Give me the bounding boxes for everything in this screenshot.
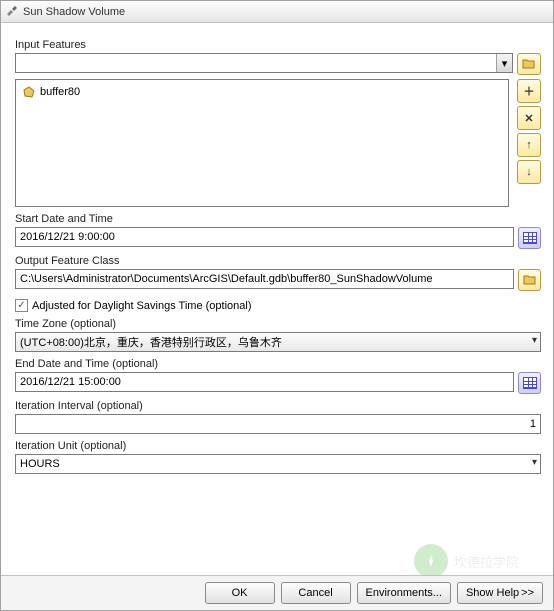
dst-label: Adjusted for Daylight Savings Time (opti…	[32, 300, 252, 312]
expand-icon: >>	[521, 587, 534, 599]
list-item[interactable]: buffer80	[20, 84, 504, 100]
input-features-dropdown[interactable]: ▾	[15, 53, 513, 73]
titlebar: Sun Shadow Volume	[1, 1, 553, 23]
start-date-input[interactable]	[15, 227, 514, 247]
iter-unit-label: Iteration Unit (optional)	[15, 440, 541, 452]
move-down-button[interactable]: ↓	[517, 160, 541, 184]
input-features-label: Input Features	[15, 39, 541, 51]
dst-checkbox[interactable]: ✓	[15, 299, 28, 312]
output-fc-label: Output Feature Class	[15, 255, 541, 267]
move-up-button[interactable]: ↑	[517, 133, 541, 157]
arrow-up-icon: ↑	[526, 139, 532, 151]
calendar-icon	[523, 377, 537, 389]
show-help-button[interactable]: Show Help >>	[457, 582, 543, 604]
environments-button[interactable]: Environments...	[357, 582, 451, 604]
timezone-select[interactable]	[15, 332, 541, 352]
dialog-body: Input Features ▾ buffer80 ＋ ✕ ↑ ↓	[1, 23, 553, 575]
browse-output-button[interactable]	[518, 269, 541, 291]
show-help-label: Show Help	[466, 587, 519, 599]
arrow-down-icon: ↓	[526, 166, 532, 178]
folder-open-icon	[522, 58, 536, 70]
watermark: 坎德拉学院	[414, 541, 534, 575]
chevron-down-icon[interactable]: ▾	[496, 54, 512, 72]
start-date-label: Start Date and Time	[15, 213, 541, 225]
iter-unit-select[interactable]	[15, 454, 541, 474]
hammer-icon	[5, 5, 19, 19]
features-listbox[interactable]: buffer80	[15, 79, 509, 207]
polygon-icon	[22, 85, 36, 99]
browse-input-button[interactable]	[517, 53, 541, 75]
iter-interval-label: Iteration Interval (optional)	[15, 400, 541, 412]
cancel-button[interactable]: Cancel	[281, 582, 351, 604]
x-icon: ✕	[524, 112, 533, 125]
ok-button[interactable]: OK	[205, 582, 275, 604]
dialog-footer: OK Cancel Environments... Show Help >>	[1, 575, 553, 610]
start-date-calendar-button[interactable]	[518, 227, 541, 249]
list-item-label: buffer80	[40, 86, 80, 98]
timezone-label: Time Zone (optional)	[15, 318, 541, 330]
output-fc-input[interactable]	[15, 269, 514, 289]
end-date-input[interactable]	[15, 372, 514, 392]
end-date-label: End Date and Time (optional)	[15, 358, 541, 370]
end-date-calendar-button[interactable]	[518, 372, 541, 394]
plus-icon: ＋	[524, 83, 535, 99]
remove-button[interactable]: ✕	[517, 106, 541, 130]
add-button[interactable]: ＋	[517, 79, 541, 103]
calendar-icon	[523, 232, 537, 244]
window-title: Sun Shadow Volume	[23, 6, 125, 18]
iter-interval-input[interactable]	[15, 414, 541, 434]
folder-open-icon	[523, 274, 537, 286]
